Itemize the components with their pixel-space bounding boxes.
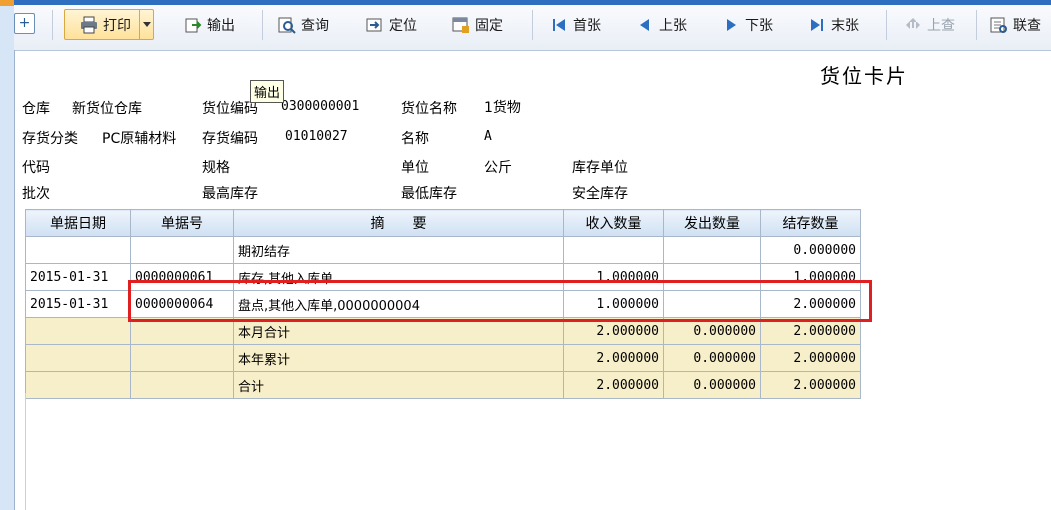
col-header-summary[interactable]: 摘 要 xyxy=(233,209,564,237)
page-title: 货位卡片 xyxy=(820,64,908,88)
unit-label: 单位 xyxy=(401,160,429,176)
loc-name-value: 1货物 xyxy=(484,100,521,116)
next-icon xyxy=(722,16,740,34)
max-stock-label: 最高库存 xyxy=(202,186,258,202)
safe-stock-label: 安全库存 xyxy=(572,186,628,202)
stock-unit-label: 库存单位 xyxy=(572,160,628,176)
unit-value: 公斤 xyxy=(484,160,512,176)
cell-summary: 本年累计 xyxy=(233,344,564,372)
upquery-button[interactable]: 上查 xyxy=(904,12,955,38)
col-header-balance[interactable]: 结存数量 xyxy=(760,209,861,237)
red-highlight-box xyxy=(128,280,872,322)
cell-in xyxy=(563,236,664,264)
cell-summary: 期初结存 xyxy=(233,236,564,264)
table-empty-area xyxy=(25,393,861,510)
table-row[interactable]: 期初结存 0.000000 xyxy=(25,236,861,264)
warehouse-label: 仓库 xyxy=(22,101,50,117)
locate-icon xyxy=(366,16,384,34)
inv-code-value: 01010027 xyxy=(285,129,348,144)
cell-balance: 0.000000 xyxy=(760,236,861,264)
cell-no xyxy=(130,236,234,264)
prev-button[interactable]: 上张 xyxy=(636,12,687,38)
category-value: PC原辅材料 xyxy=(102,131,177,147)
left-nav-strip xyxy=(0,0,15,510)
cell-out xyxy=(663,236,761,264)
next-button[interactable]: 下张 xyxy=(722,12,773,38)
linkquery-button[interactable]: 联查 xyxy=(990,12,1041,38)
loc-name-label: 货位名称 xyxy=(401,101,457,117)
cell-in: 2.000000 xyxy=(563,344,664,372)
add-button[interactable]: + xyxy=(14,13,35,34)
batch-label: 批次 xyxy=(22,186,50,202)
min-stock-label: 最低库存 xyxy=(401,186,457,202)
first-icon xyxy=(550,16,568,34)
export-icon xyxy=(184,16,202,34)
export-tooltip: 输出 xyxy=(250,80,285,103)
locate-button[interactable]: 定位 xyxy=(366,12,417,38)
linkquery-icon xyxy=(990,16,1008,34)
col-header-no[interactable]: 单据号 xyxy=(130,209,234,237)
cell-date: 2015-01-31 xyxy=(25,263,131,291)
category-label: 存货分类 xyxy=(22,131,78,147)
spec-label: 规格 xyxy=(202,160,230,176)
query-button[interactable]: 查询 xyxy=(278,12,329,38)
print-dropdown-arrow[interactable] xyxy=(139,10,153,39)
cell-out: 0.000000 xyxy=(663,344,761,372)
pin-icon xyxy=(452,16,470,34)
printer-icon xyxy=(80,16,98,34)
col-header-date[interactable]: 单据日期 xyxy=(25,209,131,237)
query-icon xyxy=(278,16,296,34)
col-header-out[interactable]: 发出数量 xyxy=(663,209,761,237)
warehouse-value: 新货位仓库 xyxy=(72,101,142,117)
first-button[interactable]: 首张 xyxy=(550,12,601,38)
loc-code-value: 0300000001 xyxy=(281,99,360,114)
prev-icon xyxy=(636,16,654,34)
name-value: A xyxy=(484,129,492,144)
pin-button[interactable]: 固定 xyxy=(452,12,503,38)
export-button[interactable]: 输出 xyxy=(184,12,235,38)
col-header-in[interactable]: 收入数量 xyxy=(563,209,664,237)
name-label: 名称 xyxy=(401,131,429,147)
cell-date xyxy=(25,236,131,264)
print-button[interactable]: 打印 xyxy=(80,12,131,38)
inv-code-label: 存货编码 xyxy=(202,131,258,147)
cell-balance: 2.000000 xyxy=(760,344,861,372)
total-row[interactable]: 本年累计 2.000000 0.000000 2.000000 xyxy=(25,344,861,372)
code-label: 代码 xyxy=(22,160,50,176)
cell-date: 2015-01-31 xyxy=(25,290,131,318)
last-icon xyxy=(808,16,826,34)
last-button[interactable]: 末张 xyxy=(808,12,859,38)
upquery-icon xyxy=(904,16,922,34)
